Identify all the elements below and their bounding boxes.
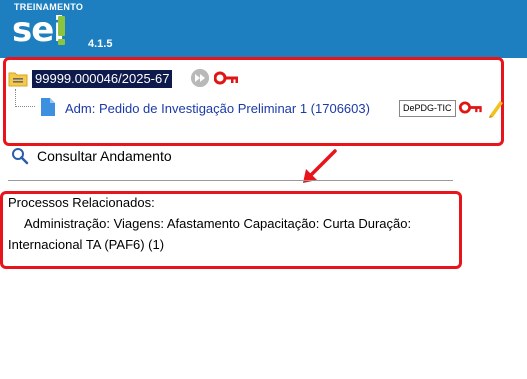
pencil-icon[interactable] xyxy=(487,98,503,118)
tree-connector xyxy=(15,106,35,107)
consultar-andamento-link[interactable]: Consultar Andamento xyxy=(37,147,172,165)
related-process-link-continued[interactable]: Internacional TA (PAF6) (1) xyxy=(8,237,164,253)
tree-connector xyxy=(15,89,16,107)
process-number-link[interactable]: 99999.000046/2025-67 xyxy=(32,70,173,88)
document-icon[interactable] xyxy=(40,97,56,117)
app-header: TREINAMENTO sei 4.1.5 xyxy=(0,0,527,58)
document-link[interactable]: Adm: Pedido de Investigação Preliminar 1… xyxy=(65,101,370,117)
key-icon[interactable] xyxy=(214,71,239,85)
unit-badge[interactable]: DePDG-TIC xyxy=(399,100,456,117)
fast-forward-icon[interactable] xyxy=(191,69,209,87)
related-processes-title: Processos Relacionados: xyxy=(8,195,155,210)
search-icon[interactable] xyxy=(11,147,29,165)
sei-logo-exclamation-icon xyxy=(57,16,66,46)
key-icon[interactable] xyxy=(459,101,483,114)
section-divider xyxy=(8,180,453,181)
related-process-link[interactable]: Administração: Viagens: Afastamento Capa… xyxy=(24,216,411,232)
folder-icon[interactable] xyxy=(8,70,28,87)
version-label: 4.1.5 xyxy=(88,38,113,50)
